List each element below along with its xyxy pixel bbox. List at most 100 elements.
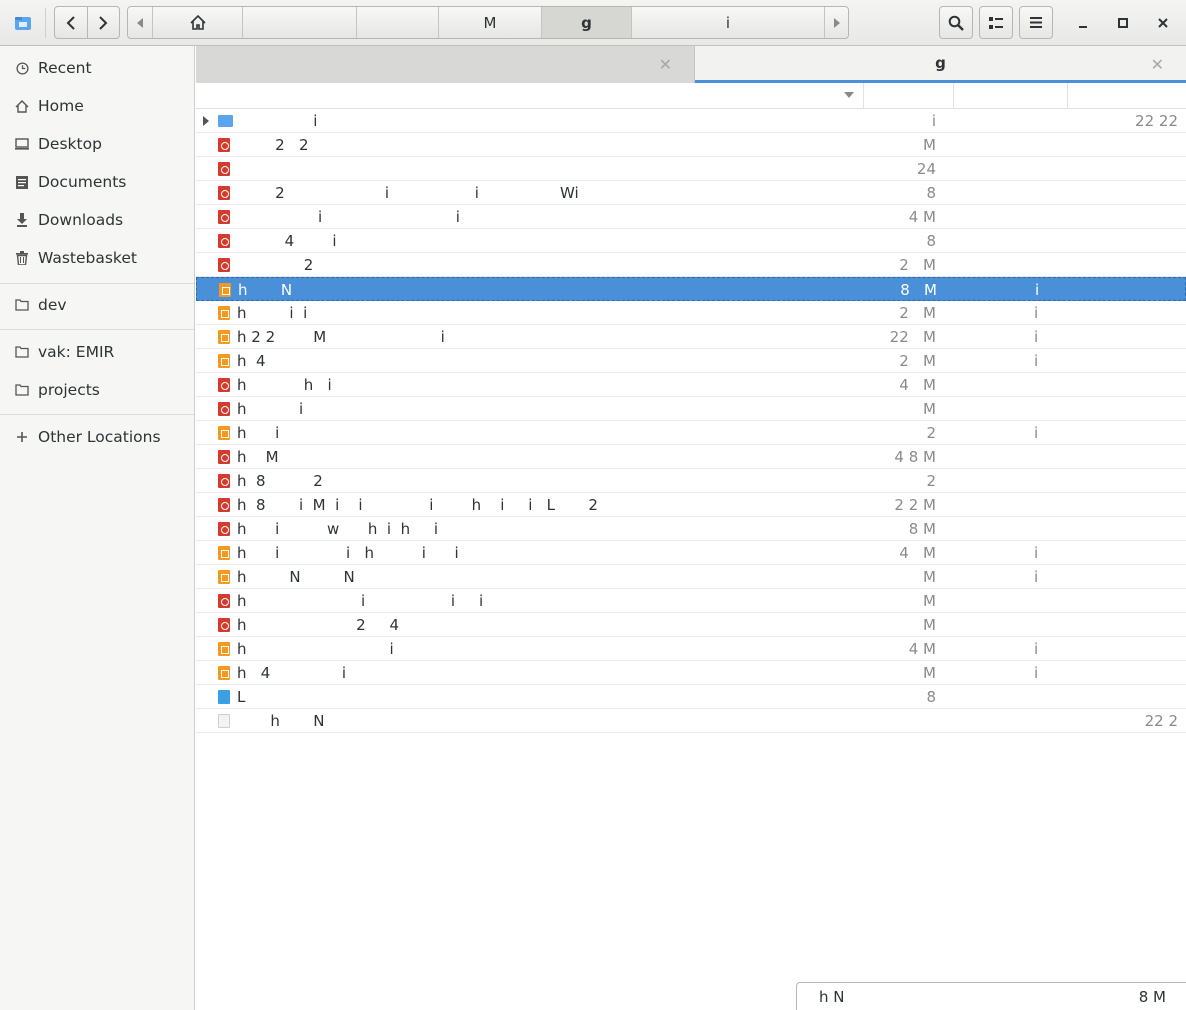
- hamburger-menu-icon: [1030, 17, 1042, 28]
- sidebar-item-documents[interactable]: Documents: [0, 164, 194, 200]
- maximize-button[interactable]: [1108, 8, 1138, 38]
- tab-close-icon[interactable]: ✕: [659, 55, 672, 74]
- file-size: i: [931, 112, 936, 130]
- text-file-icon: [218, 690, 230, 704]
- file-size: 8 M: [900, 281, 937, 299]
- sidebar-item-recent[interactable]: Recent: [0, 50, 194, 86]
- file-type: i: [1034, 664, 1039, 682]
- minimize-button[interactable]: [1068, 8, 1098, 38]
- path-segment[interactable]: [356, 7, 438, 38]
- file-row[interactable]: h N 22 2: [196, 709, 1186, 733]
- file-row[interactable]: h 2 2 M i 22 M i: [196, 325, 1186, 349]
- sidebar-item-home[interactable]: Home: [0, 88, 194, 124]
- sidebar-item-label: Recent: [38, 59, 92, 77]
- file-row[interactable]: h i i iM: [196, 589, 1186, 613]
- column-modified[interactable]: [1068, 83, 1186, 109]
- file-row[interactable]: i i 4 M: [196, 205, 1186, 229]
- file-row[interactable]: h 2 4 M: [196, 613, 1186, 637]
- sort-descending-icon: [844, 92, 854, 98]
- file-name: h i i i: [237, 592, 484, 610]
- file-row[interactable]: h 8 i M i i i h i i L 2 2 2 M: [196, 493, 1186, 517]
- sidebar-item-vak-emir[interactable]: vak: EMIR: [0, 334, 194, 370]
- files-app-icon: [15, 17, 31, 30]
- file-row[interactable]: h N N Mi: [196, 565, 1186, 589]
- sidebar-item-wastebasket[interactable]: Wastebasket: [0, 240, 194, 276]
- file-name: 2 2: [237, 136, 309, 154]
- tab-active[interactable]: g ✕: [695, 46, 1186, 83]
- pdf-file-icon: [218, 498, 230, 512]
- file-row[interactable]: 2 i i Wi 8: [196, 181, 1186, 205]
- file-name: i: [237, 112, 318, 130]
- path-scroll-right-button[interactable]: [824, 7, 848, 38]
- file-row[interactable]: h M 4 8 M: [196, 445, 1186, 469]
- file-row[interactable]: h iM: [196, 397, 1186, 421]
- file-row[interactable]: L8: [196, 685, 1186, 709]
- file-type: i: [1034, 304, 1039, 322]
- file-type: i: [1034, 352, 1039, 370]
- history-nav: [54, 6, 120, 39]
- tab-label: g: [935, 54, 946, 72]
- status-filesize: 8 M: [1138, 988, 1166, 1006]
- folder-icon: [15, 298, 29, 312]
- tab-close-icon[interactable]: ✕: [1151, 55, 1164, 74]
- file-row[interactable]: h i i 2 M i: [196, 301, 1186, 325]
- file-row[interactable]: h i 4 M i: [196, 637, 1186, 661]
- path-segment[interactable]: i: [631, 7, 824, 38]
- folder-icon: [15, 345, 29, 359]
- file-name: h M: [237, 448, 279, 466]
- path-segment-current[interactable]: g: [541, 7, 631, 38]
- file-row[interactable]: h 4 2 M i: [196, 349, 1186, 373]
- file-row[interactable]: 2 2 M: [196, 133, 1186, 157]
- pdf-file-icon: [218, 618, 230, 632]
- sidebar-item-dev[interactable]: dev: [0, 287, 194, 323]
- sidebar-item-label: Downloads: [38, 211, 124, 229]
- header-bar: M g i: [0, 0, 1186, 46]
- path-segment-home[interactable]: [152, 7, 242, 38]
- sidebar-item-downloads[interactable]: Downloads: [0, 202, 194, 238]
- column-size[interactable]: [864, 83, 954, 109]
- file-row[interactable]: h i i h i i 4 M i: [196, 541, 1186, 565]
- tab-inactive[interactable]: ✕: [196, 46, 695, 83]
- file-row[interactable]: h N 8 M i: [196, 277, 1186, 301]
- sidebar-item-desktop[interactable]: Desktop: [0, 126, 194, 162]
- expand-arrow-icon[interactable]: [203, 116, 209, 126]
- path-segment[interactable]: M: [438, 7, 541, 38]
- file-row[interactable]: h i 2 i: [196, 421, 1186, 445]
- pdf-file-icon: [218, 594, 230, 608]
- file-row[interactable]: i i 22 22: [196, 109, 1186, 133]
- sidebar-item-other-locations[interactable]: Other Locations: [0, 419, 194, 455]
- close-window-button[interactable]: [1148, 8, 1178, 38]
- folder-icon: [15, 383, 29, 397]
- clock-icon: [15, 61, 29, 75]
- path-scroll-left-button[interactable]: [128, 7, 152, 38]
- column-header: [196, 83, 1186, 109]
- pdf-file-icon: [218, 474, 230, 488]
- pdf-file-icon: [218, 450, 230, 464]
- file-row[interactable]: h i w h i h i 8 M: [196, 517, 1186, 541]
- file-row[interactable]: 2 2 M: [196, 253, 1186, 277]
- menu-button[interactable]: [1019, 6, 1053, 39]
- back-button[interactable]: [55, 7, 87, 38]
- file-size: M: [923, 664, 936, 682]
- file-name: h h i: [237, 376, 332, 394]
- forward-button[interactable]: [86, 7, 120, 38]
- file-row[interactable]: 24: [196, 157, 1186, 181]
- search-button[interactable]: [939, 6, 973, 39]
- sidebar-item-projects[interactable]: projects: [0, 372, 194, 408]
- file-row[interactable]: h 8 2 2: [196, 469, 1186, 493]
- column-name[interactable]: [196, 83, 864, 109]
- file-size: 24: [916, 160, 936, 178]
- file-size: M: [923, 616, 936, 634]
- column-type[interactable]: [954, 83, 1068, 109]
- minimize-icon: [1079, 26, 1087, 28]
- view-mode-button[interactable]: [979, 6, 1013, 39]
- file-row[interactable]: h h i 4 M: [196, 373, 1186, 397]
- file-name: h i i: [237, 304, 308, 322]
- file-row[interactable]: h 4 i Mi: [196, 661, 1186, 685]
- file-name: L: [237, 688, 246, 706]
- file-row[interactable]: 4 i 8: [196, 229, 1186, 253]
- file-size: M: [923, 592, 936, 610]
- path-segment[interactable]: [242, 7, 356, 38]
- file-name: h 4 i: [237, 664, 347, 682]
- document-file-icon: [218, 330, 230, 344]
